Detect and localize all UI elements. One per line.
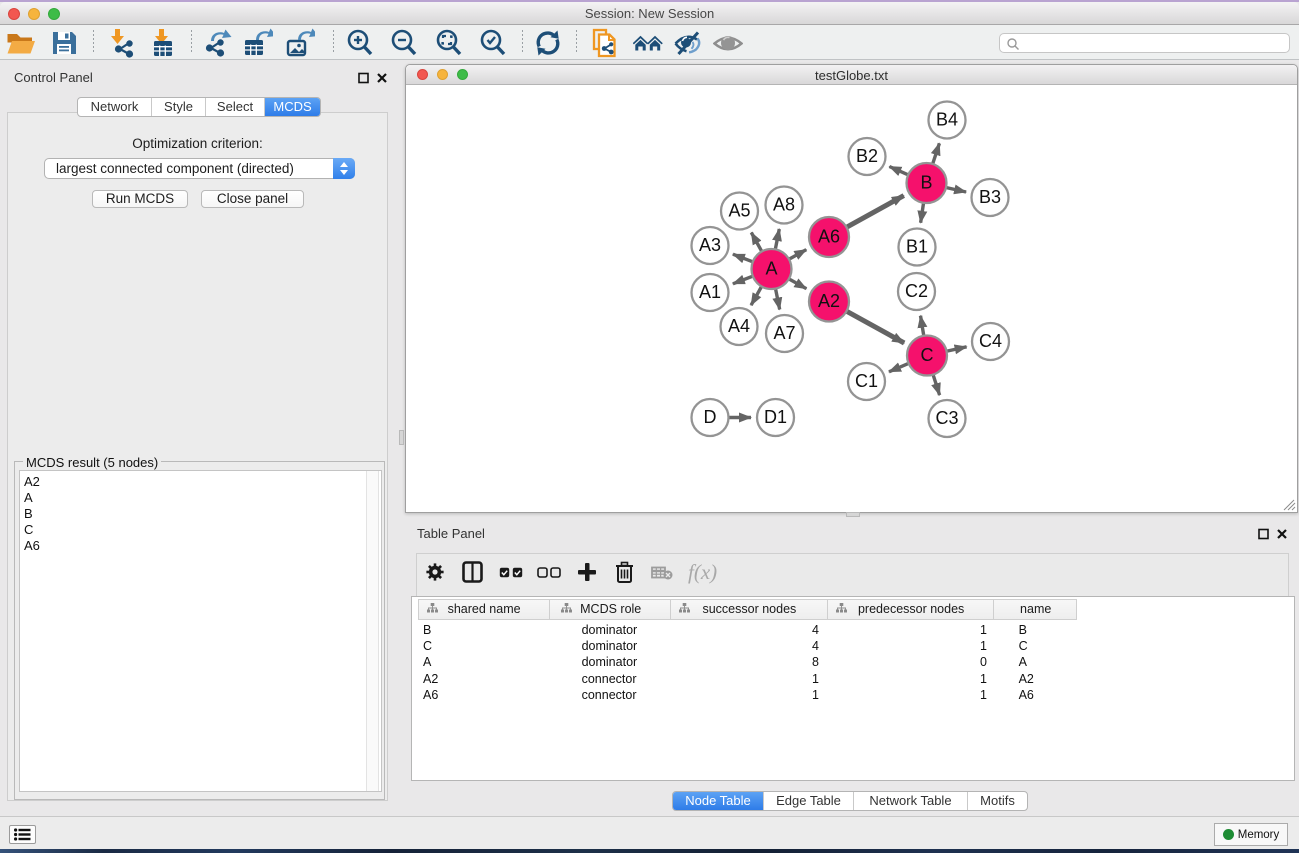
svg-text:A5: A5 [728, 201, 750, 221]
svg-text:D: D [704, 407, 717, 427]
svg-text:C1: C1 [855, 371, 878, 391]
svg-text:B4: B4 [936, 110, 958, 130]
svg-text:A2: A2 [818, 291, 840, 311]
svg-text:A1: A1 [699, 282, 721, 302]
svg-text:A7: A7 [773, 323, 795, 343]
svg-text:B1: B1 [906, 237, 928, 257]
svg-text:B3: B3 [979, 187, 1001, 207]
svg-text:A8: A8 [773, 195, 795, 215]
svg-text:A6: A6 [818, 227, 840, 247]
svg-text:B: B [920, 173, 932, 193]
svg-text:C2: C2 [905, 281, 928, 301]
svg-text:A3: A3 [699, 235, 721, 255]
svg-text:B2: B2 [856, 146, 878, 166]
svg-text:A: A [765, 259, 777, 279]
svg-text:A4: A4 [728, 316, 750, 336]
svg-text:D1: D1 [764, 407, 787, 427]
svg-text:C: C [921, 345, 934, 365]
svg-text:C4: C4 [979, 331, 1002, 351]
svg-text:C3: C3 [935, 408, 958, 428]
